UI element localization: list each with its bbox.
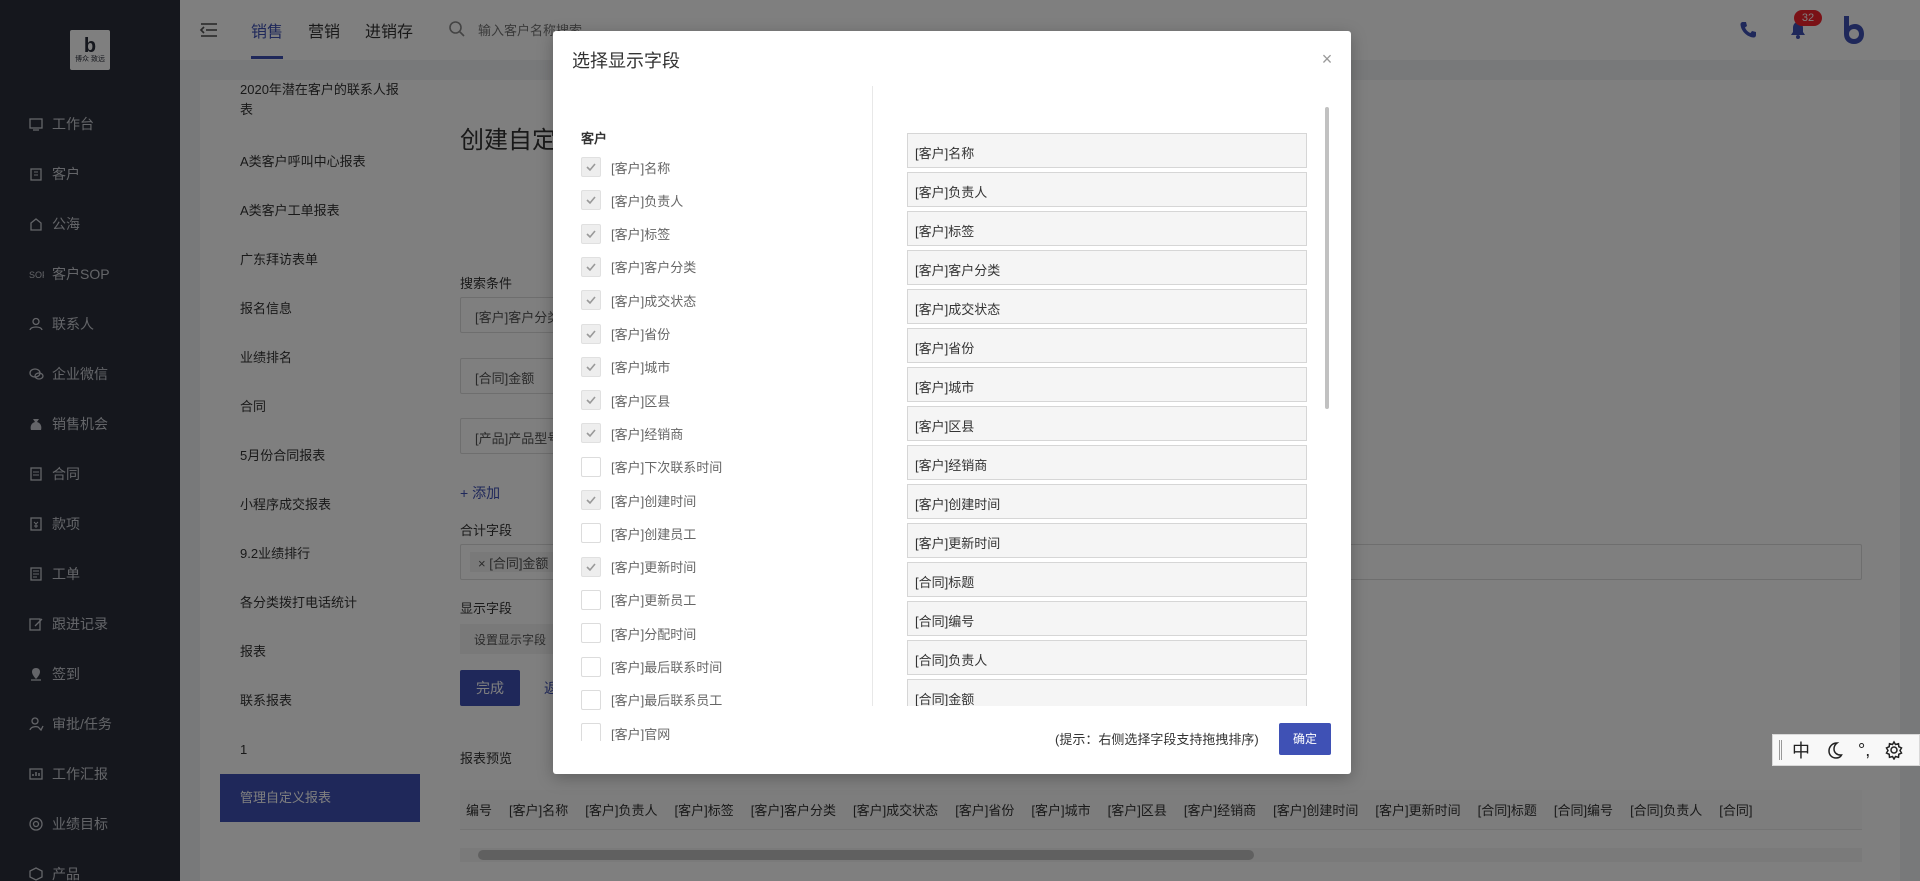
field-checkbox-row[interactable]: [客户]更新员工: [581, 589, 696, 611]
field-checkbox-row[interactable]: [客户]更新时间: [581, 556, 696, 578]
close-icon[interactable]: ×: [1317, 49, 1337, 69]
field-checkbox-label[interactable]: [客户]更新时间: [611, 557, 696, 576]
selected-field-item[interactable]: [合同]编号: [907, 601, 1307, 636]
field-checkbox-label[interactable]: [客户]最后联系时间: [611, 657, 722, 676]
field-checkbox-row[interactable]: [客户]官网: [581, 722, 670, 741]
field-checkbox-label[interactable]: [客户]客户分类: [611, 257, 696, 276]
checkbox-unchecked[interactable]: [581, 723, 601, 741]
checkbox-checked[interactable]: [581, 556, 601, 577]
check-icon: [586, 329, 596, 338]
selected-field-item[interactable]: [客户]区县: [907, 406, 1307, 441]
field-checkbox-label[interactable]: [客户]省份: [611, 324, 670, 343]
checkbox-unchecked[interactable]: [581, 523, 601, 544]
field-checkbox-row[interactable]: [客户]下次联系时间: [581, 456, 722, 478]
selected-field-item[interactable]: [客户]名称: [907, 133, 1307, 168]
field-checkbox-label[interactable]: [客户]创建员工: [611, 524, 696, 543]
checkbox-unchecked[interactable]: [581, 623, 601, 644]
field-checkbox-row[interactable]: [客户]分配时间: [581, 622, 696, 644]
checkbox-checked[interactable]: [581, 390, 601, 411]
checkbox-unchecked[interactable]: [581, 456, 601, 477]
checkbox-checked[interactable]: [581, 256, 601, 277]
confirm-button[interactable]: 确定: [1279, 723, 1331, 755]
field-checkbox-label[interactable]: [客户]下次联系时间: [611, 457, 722, 476]
checkbox-checked[interactable]: [581, 323, 601, 344]
check-icon: [586, 263, 596, 272]
check-icon: [586, 563, 596, 571]
field-checkbox-row[interactable]: [客户]经销商: [581, 422, 683, 444]
field-checkbox-row[interactable]: [客户]城市: [581, 356, 670, 378]
field-checkbox-row[interactable]: [客户]创建时间: [581, 489, 696, 511]
field-checkbox-row[interactable]: [客户]成交状态: [581, 289, 696, 311]
selected-field-item[interactable]: [客户]城市: [907, 367, 1307, 402]
checkbox-unchecked[interactable]: [581, 689, 601, 710]
modal-title: 选择显示字段: [572, 51, 680, 71]
field-checkbox-row[interactable]: [客户]省份: [581, 323, 670, 345]
field-checkbox-label[interactable]: [客户]区县: [611, 391, 670, 410]
check-icon: [586, 396, 596, 405]
column-divider: [872, 86, 873, 706]
moon-icon[interactable]: [1824, 740, 1844, 760]
selected-fields-list: [客户]名称 [客户]负责人 [客户]标签 [客户]客户分类 [客户]成交状态 [客户]省…: [907, 86, 1307, 706]
check-icon: [586, 230, 596, 238]
checkbox-checked[interactable]: [581, 423, 601, 444]
vertical-scrollbar-thumb[interactable]: [1325, 107, 1329, 409]
selected-field-item[interactable]: [客户]经销商: [907, 445, 1307, 480]
field-checkbox-label[interactable]: [客户]分配时间: [611, 624, 696, 643]
checkbox-checked[interactable]: [581, 490, 601, 510]
checkbox-unchecked[interactable]: [581, 589, 601, 610]
field-checkbox-label[interactable]: [客户]更新员工: [611, 590, 696, 609]
selected-field-item[interactable]: [客户]更新时间: [907, 523, 1307, 558]
field-checkbox-row[interactable]: [客户]区县: [581, 389, 670, 411]
field-checkbox-row[interactable]: [客户]创建员工: [581, 522, 696, 544]
checkbox-checked[interactable]: [581, 356, 601, 377]
selected-field-item[interactable]: [合同]金额: [907, 679, 1307, 706]
field-checkbox-label[interactable]: [客户]官网: [611, 724, 670, 741]
field-checkbox-row[interactable]: [客户]最后联系时间: [581, 656, 722, 678]
check-icon: [586, 163, 596, 172]
selected-field-item[interactable]: [合同]标题: [907, 562, 1307, 597]
check-icon: [586, 296, 596, 305]
field-checkbox-row[interactable]: [客户]客户分类: [581, 256, 696, 278]
field-checkbox-label[interactable]: [客户]最后联系员工: [611, 690, 722, 709]
field-checkbox-label[interactable]: [客户]名称: [611, 158, 670, 177]
selected-field-item[interactable]: [合同]负责人: [907, 640, 1307, 675]
field-checkbox-label[interactable]: [客户]标签: [611, 224, 670, 243]
checkbox-checked[interactable]: [581, 190, 601, 211]
check-icon: [586, 496, 596, 505]
gear-icon[interactable]: [1884, 740, 1904, 760]
ime-grip[interactable]: [1779, 740, 1782, 760]
selected-field-item[interactable]: [客户]负责人: [907, 172, 1307, 207]
field-checkbox-label[interactable]: [客户]城市: [611, 357, 670, 376]
field-checkbox-row[interactable]: [客户]标签: [581, 223, 670, 245]
checkbox-checked[interactable]: [581, 157, 601, 177]
ime-punct-toggle[interactable]: °,: [1858, 740, 1870, 761]
selected-field-item[interactable]: [客户]创建时间: [907, 484, 1307, 519]
ime-lang-toggle[interactable]: 中: [1792, 737, 1810, 763]
check-icon: [586, 196, 596, 205]
checkbox-checked[interactable]: [581, 290, 601, 311]
check-icon: [586, 363, 596, 371]
field-checkbox-label[interactable]: [客户]经销商: [611, 424, 683, 443]
selected-field-item[interactable]: [客户]省份: [907, 328, 1307, 363]
field-checkbox-row[interactable]: [客户]负责人: [581, 189, 683, 211]
ime-toolbar: 中 °,: [1772, 734, 1920, 766]
field-checkbox-list: 客户 [客户]名称 [客户]负责人 [客户]标签 [客户]客户分类 [客户]成交状态 [客…: [572, 86, 892, 741]
check-icon: [586, 429, 596, 438]
field-checkbox-label[interactable]: [客户]负责人: [611, 191, 683, 210]
field-checkbox-row[interactable]: [客户]名称: [581, 156, 670, 178]
field-checkbox-label[interactable]: [客户]成交状态: [611, 291, 696, 310]
checkbox-checked[interactable]: [581, 223, 601, 244]
select-display-fields-modal: 选择显示字段 × 客户 [客户]名称 [客户]负责人 [客户]标签 [客户]客户分类[…: [553, 31, 1351, 774]
selected-field-item[interactable]: [客户]成交状态: [907, 289, 1307, 324]
selected-field-item[interactable]: [客户]标签: [907, 211, 1307, 246]
group-label-customer: 客户: [581, 131, 608, 146]
selected-field-item[interactable]: [客户]客户分类: [907, 250, 1307, 285]
checkbox-unchecked[interactable]: [581, 656, 601, 677]
field-checkbox-row[interactable]: [客户]最后联系员工: [581, 689, 722, 711]
drag-sort-hint: (提示：右侧选择字段支持拖拽排序): [1055, 732, 1259, 747]
field-checkbox-label[interactable]: [客户]创建时间: [611, 491, 696, 510]
